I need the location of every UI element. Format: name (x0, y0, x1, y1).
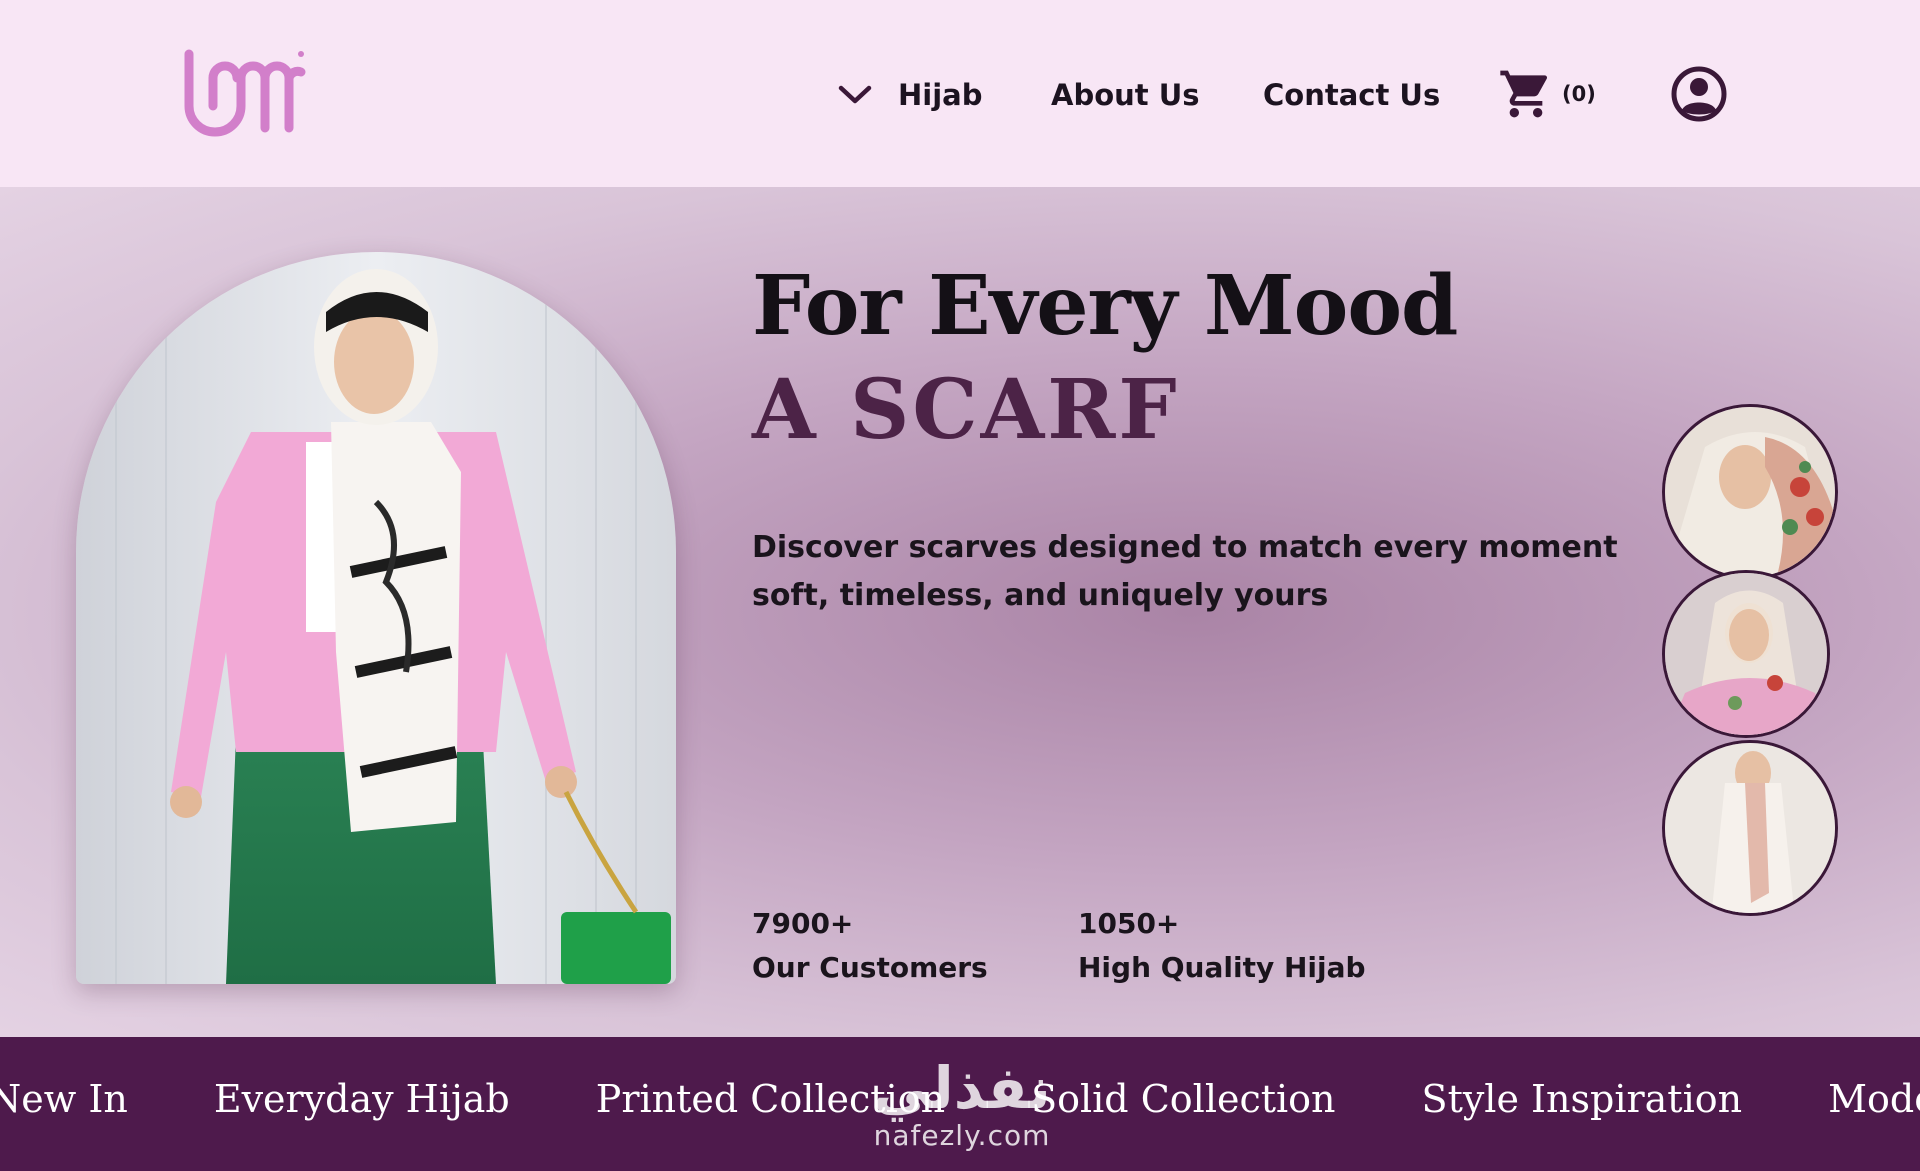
stat-hijab: 1050+ High Quality Hijab (1078, 906, 1366, 986)
style-thumbnail-3[interactable] (1662, 740, 1838, 916)
cart-button[interactable]: (0) (1498, 64, 1596, 124)
stat-label: Our Customers (752, 951, 988, 984)
style-thumbnail-2[interactable] (1662, 570, 1830, 738)
category-style-inspiration[interactable]: Style Inspiration (1422, 1077, 1743, 1121)
watermark: نفذلي nafezly.com (852, 1058, 1072, 1154)
hero-headline-line1: For Every Mood (752, 258, 1458, 354)
category-solid-collection[interactable]: Solid Collection (1031, 1077, 1335, 1121)
nav-about-link[interactable]: About Us (1051, 70, 1200, 120)
nav-contact-link[interactable]: Contact Us (1263, 70, 1440, 120)
site-header: Hijab About Us Contact Us (0) (0, 0, 1920, 187)
stat-value: 1050+ (1078, 907, 1180, 940)
category-new-in[interactable]: New In (0, 1077, 128, 1121)
category-modest-hijab[interactable]: Modest Hijab (1828, 1077, 1920, 1121)
stat-value: 7900+ (752, 907, 854, 940)
hero-headline-line2: A SCARF (752, 362, 1180, 458)
cart-icon (1500, 70, 1548, 118)
stat-customers: 7900+ Our Customers (752, 906, 988, 986)
watermark-english: nafezly.com (873, 1119, 1051, 1152)
chevron-down-icon (838, 85, 872, 104)
stat-label: High Quality Hijab (1078, 951, 1366, 984)
nav-hijab-dropdown[interactable]: Hijab (838, 70, 982, 120)
user-icon[interactable] (1671, 66, 1727, 122)
hero-description: Discover scarves designed to match every… (752, 530, 1618, 613)
hero-model-image (76, 252, 676, 984)
style-thumbnail-1[interactable] (1662, 404, 1838, 580)
category-everyday-hijab[interactable]: Everyday Hijab (214, 1077, 510, 1121)
nav-contact-label: Contact Us (1263, 78, 1441, 112)
cart-count: (0) (1562, 82, 1596, 106)
nav-hijab-label: Hijab (898, 78, 983, 112)
nav-about-label: About Us (1051, 78, 1200, 112)
watermark-arabic: نفذلي (873, 1054, 1051, 1122)
brand-logo[interactable] (183, 48, 307, 140)
